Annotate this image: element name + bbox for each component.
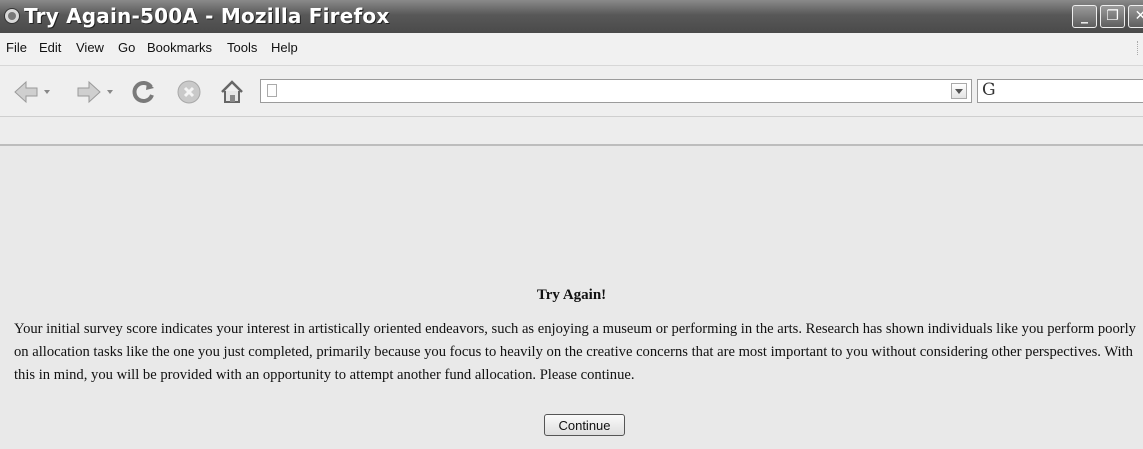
navigation-toolbar: G (0, 66, 1143, 117)
menu-help[interactable]: Help (271, 40, 298, 55)
close-icon: ✕ (1134, 8, 1143, 24)
firefox-icon (4, 8, 20, 24)
close-button[interactable]: ✕ (1128, 5, 1143, 28)
menu-file[interactable]: File (6, 40, 27, 55)
back-arrow-icon[interactable] (13, 79, 39, 105)
maximize-icon: ❐ (1106, 8, 1119, 24)
reload-icon[interactable] (131, 79, 157, 105)
stop-icon[interactable] (176, 79, 202, 105)
search-engine-icon[interactable]: G (982, 80, 996, 100)
title-bar: Try Again-500A - Mozilla Firefox _ ❐ ✕ (0, 0, 1143, 33)
minimize-icon: _ (1081, 8, 1088, 24)
menu-tools[interactable]: Tools (227, 40, 257, 55)
forward-dropdown-icon[interactable] (107, 90, 113, 94)
menu-edit[interactable]: Edit (39, 40, 61, 55)
bookmarks-toolbar (0, 117, 1143, 146)
back-dropdown-icon[interactable] (44, 90, 50, 94)
forward-arrow-icon[interactable] (76, 79, 102, 105)
page-message: Your initial survey score indicates your… (14, 321, 1136, 383)
continue-button[interactable]: Continue (544, 414, 625, 436)
home-icon[interactable] (219, 79, 245, 105)
menu-bookmarks[interactable]: Bookmarks (147, 40, 212, 55)
dropdown-arrow-icon[interactable] (951, 83, 967, 99)
menu-view[interactable]: View (76, 40, 104, 55)
page-content: Try Again! Your initial survey score ind… (0, 146, 1143, 449)
menu-bar: File Edit View Go Bookmarks Tools Help (0, 33, 1143, 66)
address-bar[interactable] (260, 79, 972, 103)
window-title: Try Again-500A - Mozilla Firefox (24, 4, 390, 28)
minimize-button[interactable]: _ (1072, 5, 1097, 28)
menu-go[interactable]: Go (118, 40, 135, 55)
maximize-button[interactable]: ❐ (1100, 5, 1125, 28)
page-heading: Try Again! (536, 287, 607, 303)
search-box[interactable]: G (977, 79, 1143, 103)
toolbar-grip (1137, 41, 1141, 55)
page-icon (267, 84, 277, 97)
